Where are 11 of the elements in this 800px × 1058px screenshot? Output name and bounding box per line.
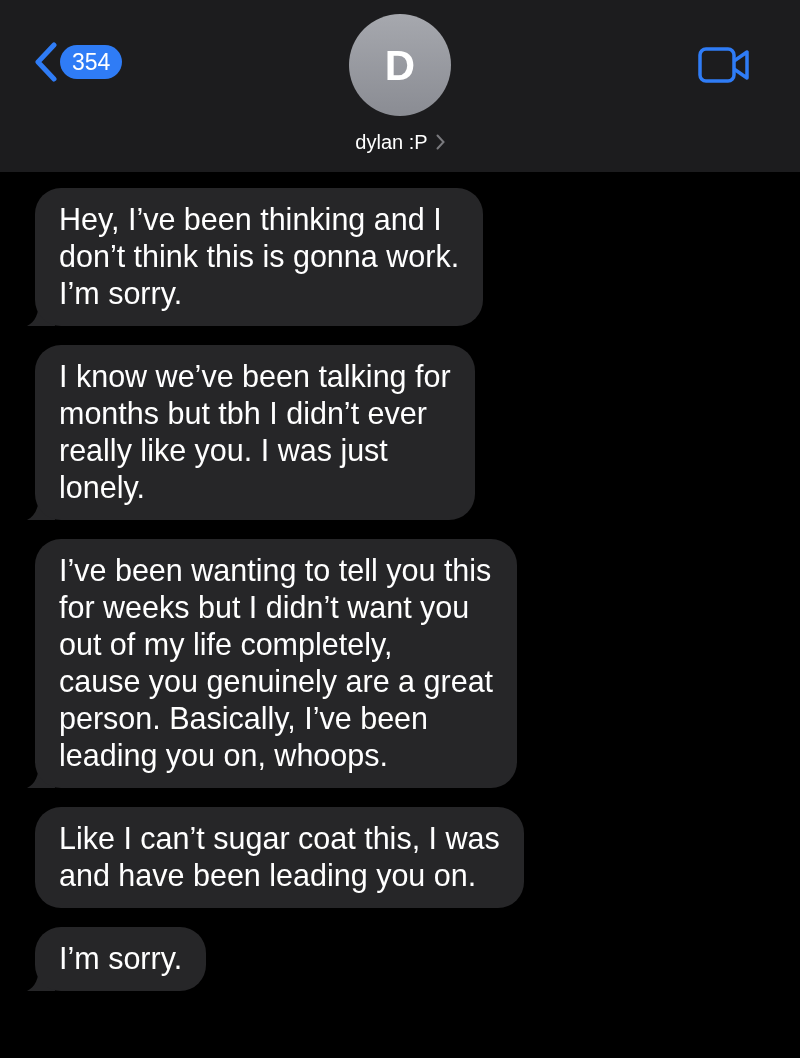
contact-name[interactable]: dylan :P [355,127,428,157]
contact-avatar[interactable]: D [349,14,451,116]
video-call-icon[interactable] [698,47,750,83]
message-bubble: I’m sorry. [35,927,207,991]
unread-count[interactable]: 354 [60,45,123,79]
message-bubble: Like I can’t sugar coat this, I was and have been leading you on. [35,807,524,908]
message-bubble: Hey, I’ve been thinking and I don’t think this is gonna work. I’m sorry. [35,188,484,326]
message-bubble: I know we’ve been talking for months but tbh I didn’t ever really like you. I was just lonely. [35,345,475,520]
back-icon[interactable] [34,42,58,82]
message-bubble: I’ve been wanting to tell you this for weeks but I didn’t want you out of my life completely, cause you genuinely are a great person. Basically, I’ve been leading you on, whoops. [35,539,518,788]
chevron-icon [435,134,445,150]
